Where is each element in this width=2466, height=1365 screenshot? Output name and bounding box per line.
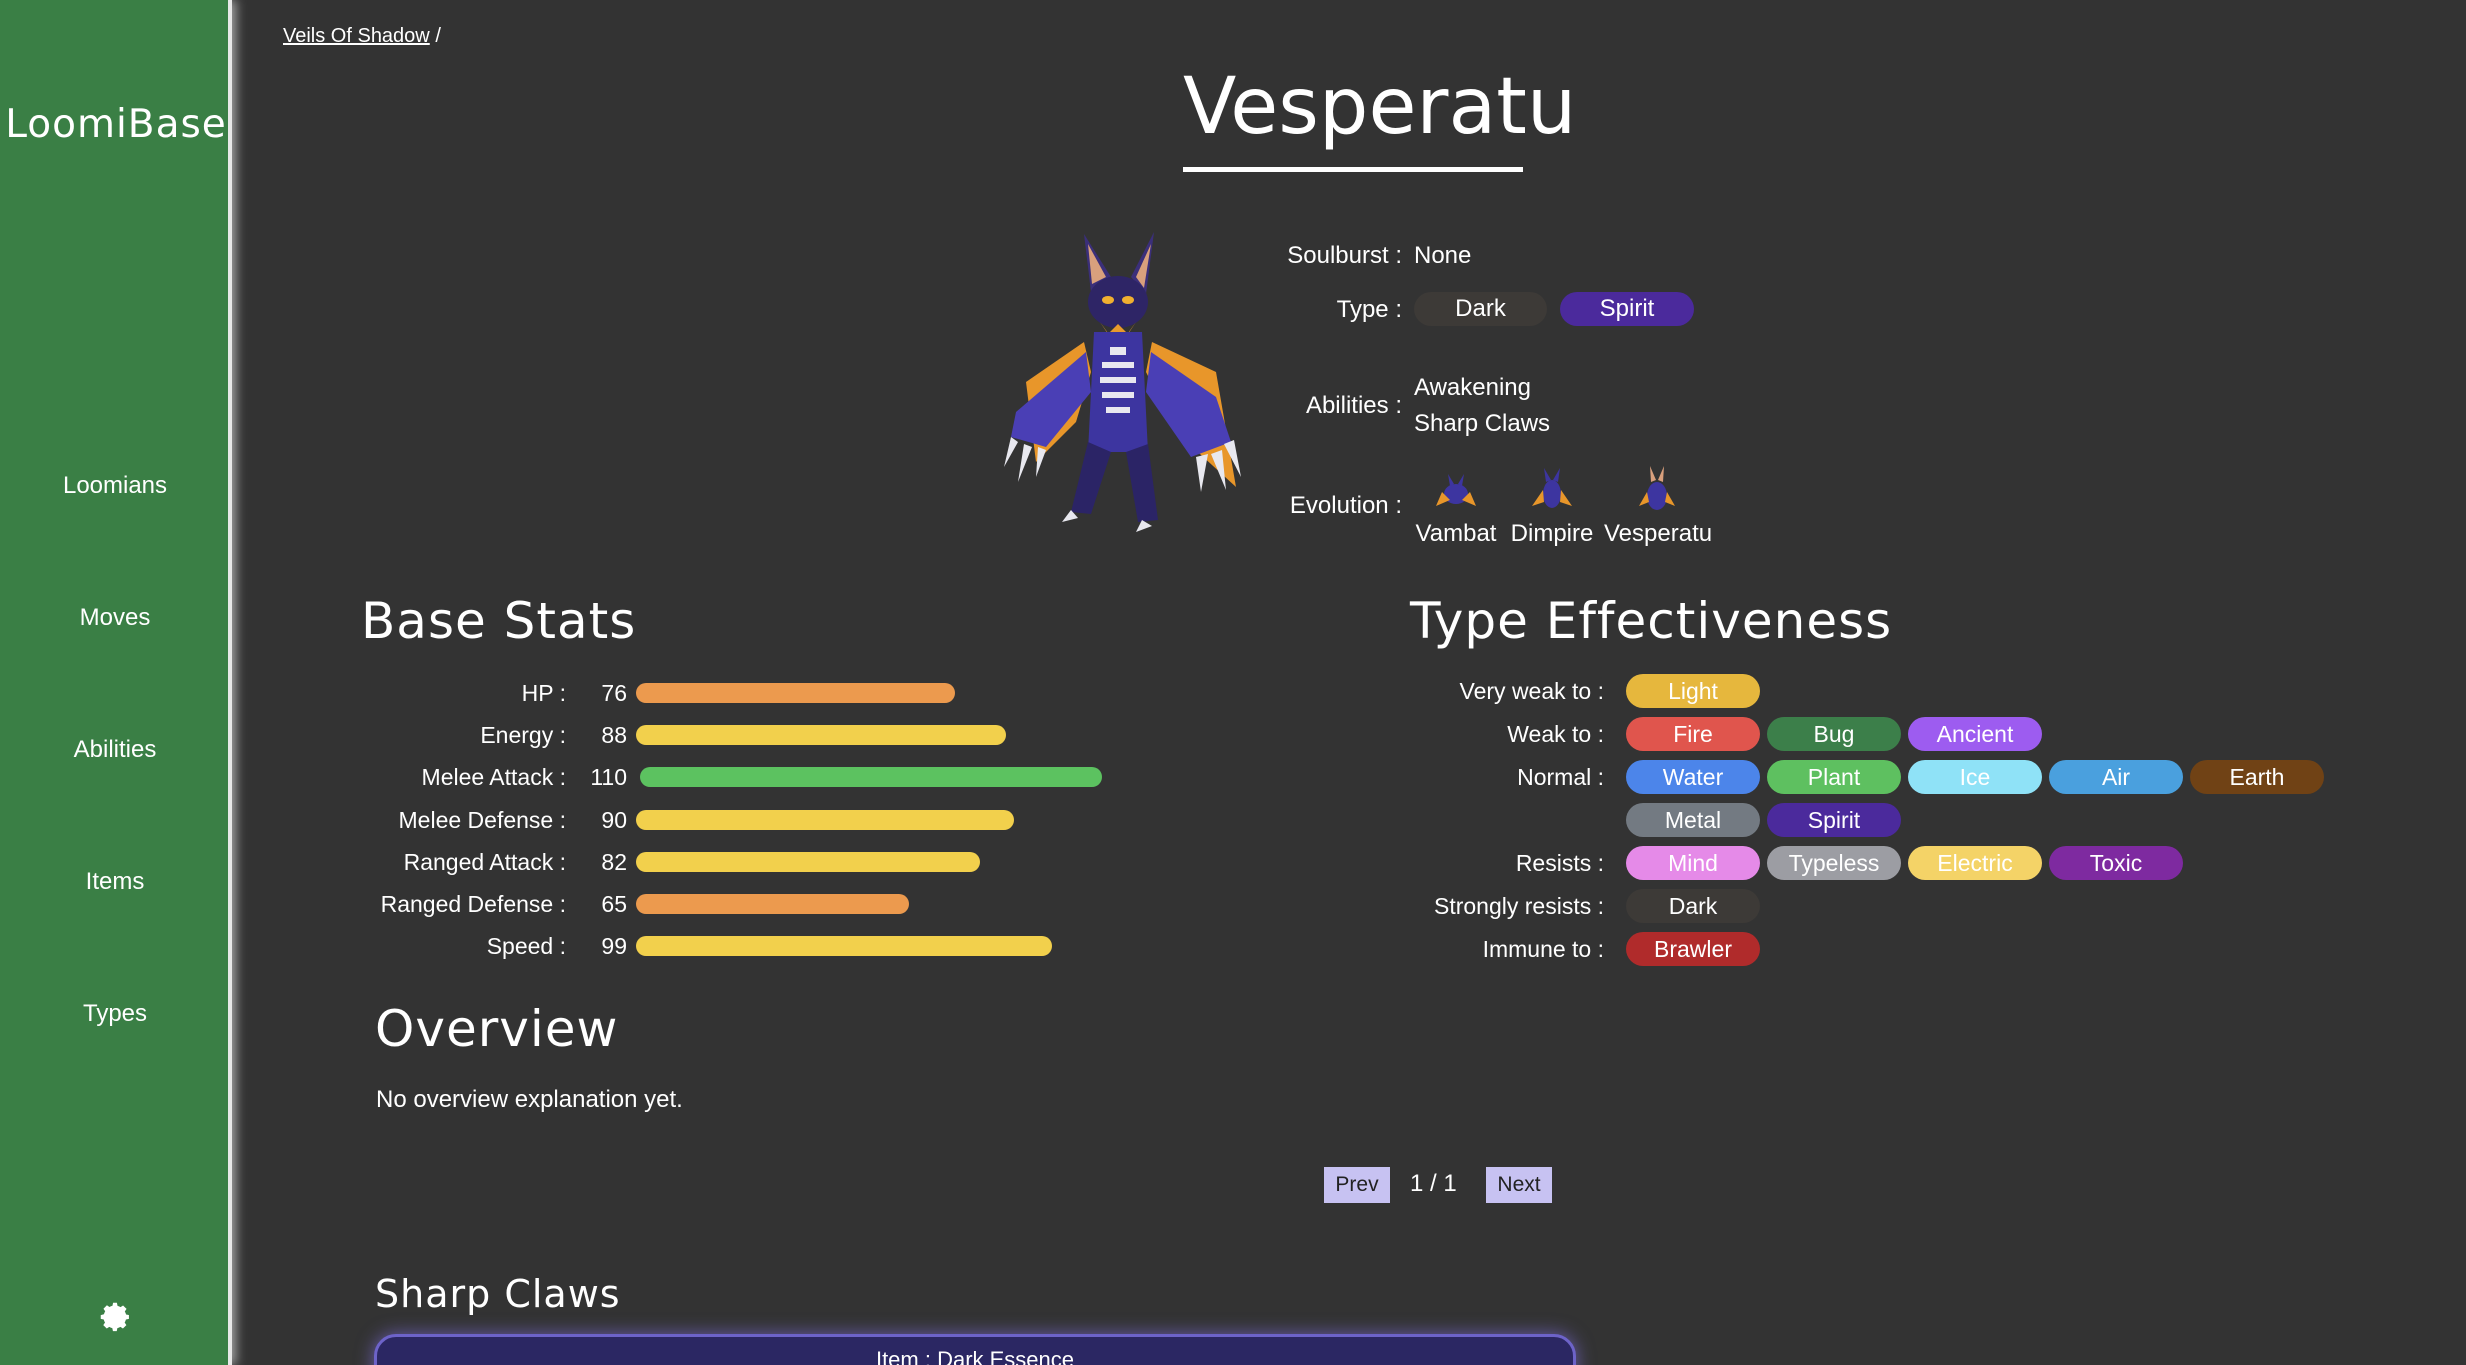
type-badge-water[interactable]: Water [1626, 760, 1760, 794]
overview-text: No overview explanation yet. [376, 1086, 683, 1113]
type-badge-mind[interactable]: Mind [1626, 846, 1760, 880]
stat-bar [636, 894, 909, 914]
stat-value: 82 [601, 848, 627, 875]
evolution-dimpire-label: Dimpire [1510, 520, 1594, 547]
gear-icon[interactable] [96, 1298, 134, 1336]
sidebar-item-abilities[interactable]: Abilities [0, 736, 230, 764]
evolution-vesperatu[interactable]: Vesperatu [1604, 466, 1713, 548]
breadcrumb-separator: / [435, 25, 441, 47]
logo[interactable]: LoomiBase [0, 102, 232, 147]
breadcrumb-link-veils-of-shadow[interactable]: Veils Of Shadow [283, 25, 430, 47]
type-badge-dark[interactable]: Dark [1414, 292, 1547, 326]
stat-label: Energy : [480, 722, 566, 749]
ability-card[interactable]: Item : Dark Essence [374, 1334, 1576, 1365]
sidebar-item-items[interactable]: Items [0, 868, 230, 896]
soulburst-value: None [1414, 242, 1472, 269]
evolution-vesperatu-label: Vesperatu [1604, 520, 1713, 547]
page-title: Vesperatu [1183, 62, 1577, 152]
ability-sharp-claws[interactable]: Sharp Claws [1414, 410, 1550, 438]
stat-value: 76 [601, 680, 627, 706]
effectiveness-label: Weak to : [1507, 721, 1604, 747]
vesperatu-sprite-icon [1639, 466, 1675, 510]
type-label: Type : [1336, 296, 1402, 323]
type-badge-earth[interactable]: Earth [2190, 760, 2324, 794]
vambat-sprite-icon [1436, 474, 1476, 506]
type-badge-metal[interactable]: Metal [1626, 803, 1760, 837]
ability-awakening[interactable]: Awakening [1414, 374, 1531, 402]
next-button[interactable]: Next [1486, 1167, 1552, 1203]
stat-label: Speed : [486, 933, 566, 960]
type-badge-plant[interactable]: Plant [1767, 760, 1901, 794]
stat-label: Ranged Attack : [403, 848, 566, 875]
type-badge-spirit[interactable]: Spirit [1560, 292, 1694, 326]
base-stats-heading: Base Stats [361, 592, 637, 650]
stat-label: Melee Attack : [421, 764, 566, 791]
ability-section-heading: Sharp Claws [375, 1272, 621, 1316]
stat-value: 90 [601, 806, 627, 833]
type-badge-ancient[interactable]: Ancient [1908, 717, 2042, 751]
stat-bar [640, 767, 1102, 788]
soulburst-label: Soulburst : [1287, 242, 1402, 269]
stat-bar [636, 683, 955, 703]
sidebar-item-moves[interactable]: Moves [0, 604, 230, 632]
stat-bar [636, 809, 1014, 830]
effectiveness-label: Immune to : [1482, 936, 1604, 962]
type-badge-ice[interactable]: Ice [1908, 760, 2042, 794]
effectiveness-label: Normal : [1517, 764, 1604, 790]
type-badge-electric[interactable]: Electric [1908, 846, 2042, 880]
prev-button[interactable]: Prev [1324, 1167, 1390, 1203]
type-badge-typeless[interactable]: Typeless [1767, 846, 1901, 880]
stat-label: HP : [521, 680, 566, 706]
type-badge-light[interactable]: Light [1626, 674, 1760, 708]
stat-value: 88 [601, 722, 627, 749]
effectiveness-label: Very weak to : [1459, 678, 1604, 704]
type-effectiveness-heading: Type Effectiveness [1410, 592, 1893, 650]
sidebar-item-loomians[interactable]: Loomians [0, 472, 230, 500]
ability-card-text: Item : Dark Essence [875, 1347, 1075, 1365]
stat-label: Ranged Defense : [380, 891, 566, 917]
title-underline [1183, 167, 1523, 172]
stat-value: 99 [601, 933, 627, 960]
stat-bar [636, 936, 1052, 957]
stat-label: Melee Defense : [398, 806, 566, 833]
sidebar: LoomiBase Loomians Moves Abilities Items… [0, 0, 232, 1365]
type-badge-spirit[interactable]: Spirit [1767, 803, 1901, 837]
abilities-label: Abilities : [1305, 392, 1402, 419]
effectiveness-label: Resists : [1515, 850, 1604, 876]
type-badge-toxic[interactable]: Toxic [2049, 846, 2183, 880]
evolution-label: Evolution : [1289, 492, 1402, 519]
sidebar-item-types[interactable]: Types [0, 1000, 230, 1028]
type-badge-fire[interactable]: Fire [1626, 717, 1760, 751]
effectiveness-label: Strongly resists : [1434, 893, 1604, 919]
evolution-dimpire[interactable]: Dimpire [1508, 466, 1596, 548]
evolution-vambat-label: Vambat [1415, 520, 1497, 547]
stat-value: 65 [601, 891, 627, 917]
stat-bar [636, 851, 980, 872]
type-badge-dark[interactable]: Dark [1626, 889, 1760, 923]
type-badge-brawler[interactable]: Brawler [1626, 932, 1760, 966]
type-badge-air[interactable]: Air [2049, 760, 2183, 794]
evolution-vambat[interactable]: Vambat [1412, 466, 1500, 548]
dimpire-sprite-icon [1532, 468, 1572, 508]
type-badge-bug[interactable]: Bug [1767, 717, 1901, 751]
stat-value: 110 [590, 764, 627, 791]
overview-heading: Overview [375, 1000, 619, 1058]
stat-bar [636, 725, 1006, 746]
breadcrumb: Veils Of Shadow / [283, 25, 441, 48]
page-indicator: 1 / 1 [1410, 1170, 1457, 1197]
